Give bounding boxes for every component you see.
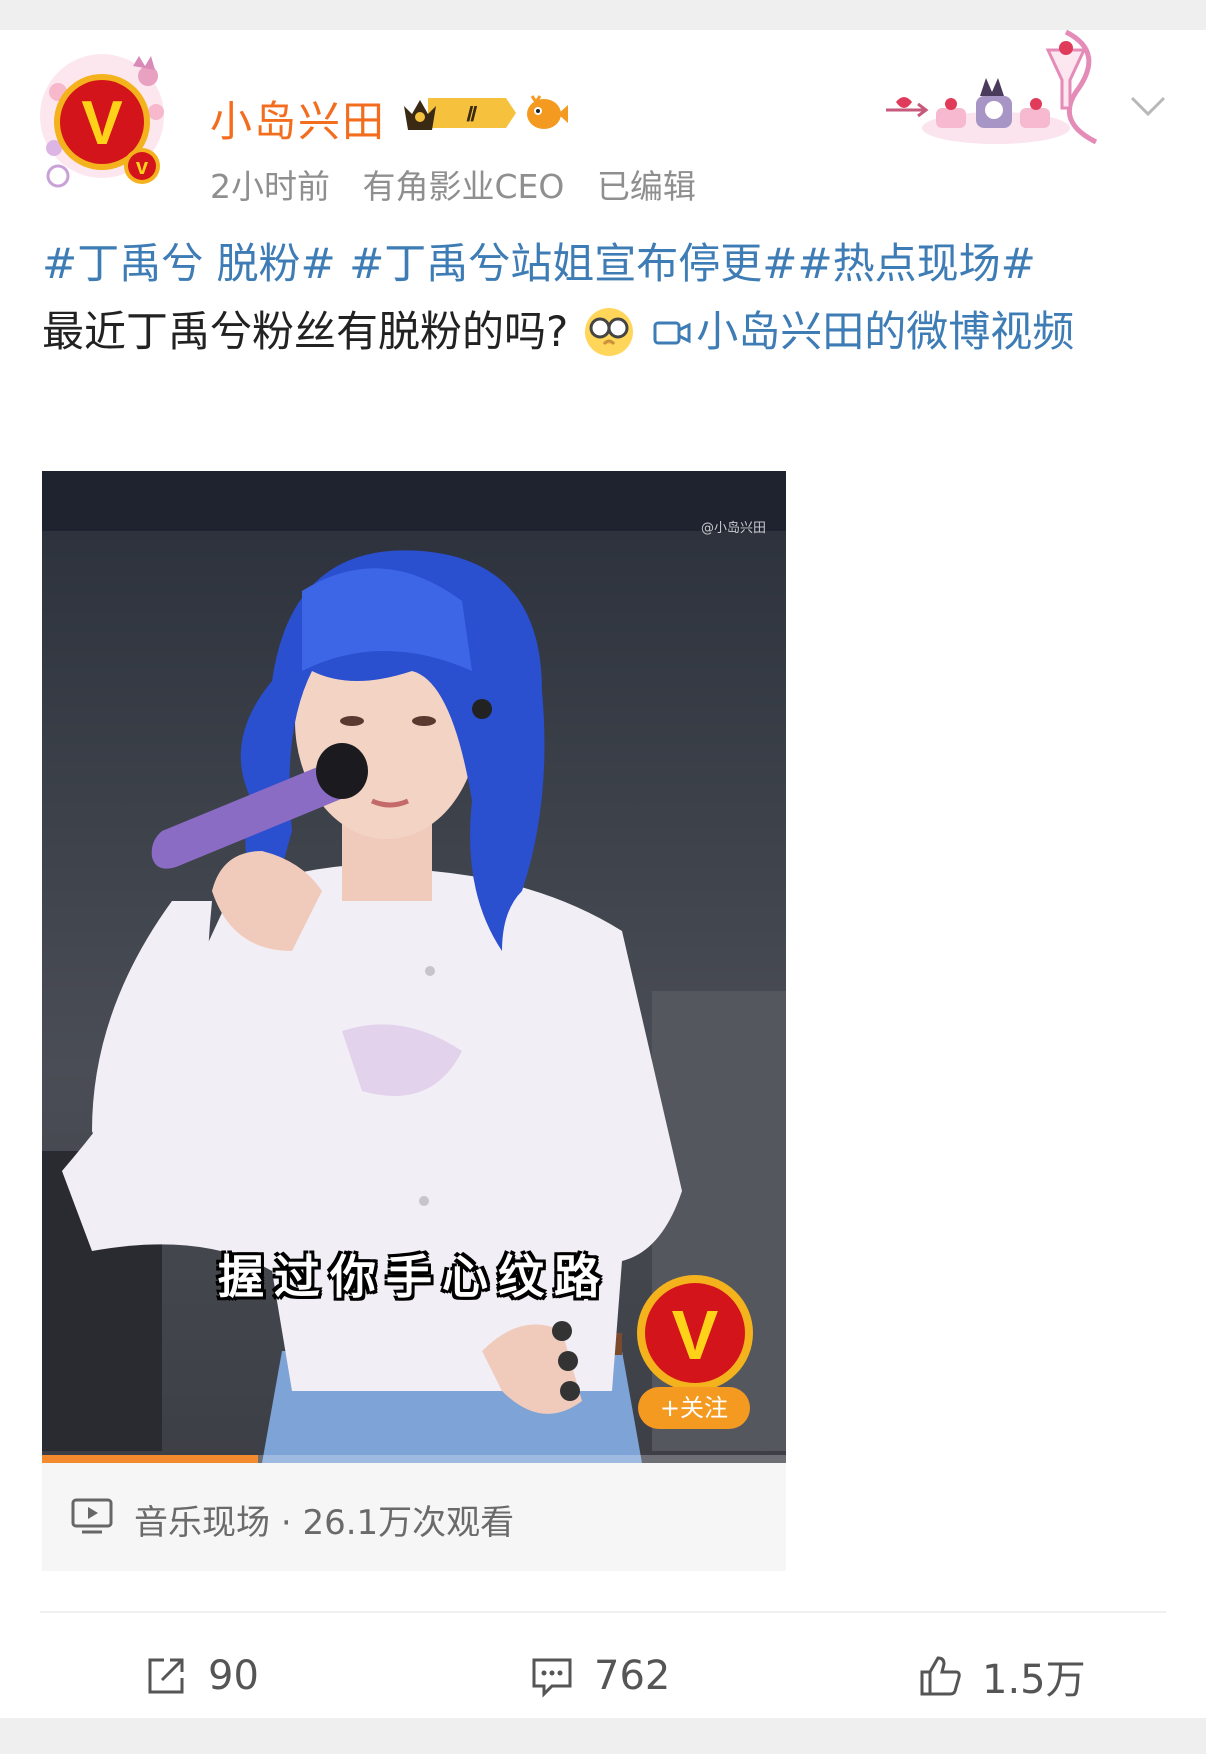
info-separator: · — [280, 1503, 292, 1543]
doge-glasses-emoji-icon — [585, 308, 634, 356]
thumbs-up-icon — [920, 1656, 961, 1696]
author-avatar[interactable]: V v — [38, 52, 174, 188]
video-link[interactable]: 小岛兴田的微博视频 — [696, 307, 1074, 356]
fish-badge-icon — [527, 95, 568, 129]
video-player[interactable]: @小岛兴田 握过你手心纹路 V +关注 — [42, 471, 786, 1463]
verified-letter: v — [136, 154, 149, 179]
video-watermark: @小岛兴田 — [700, 521, 766, 536]
video-progress-fill — [42, 1455, 258, 1463]
video-category: 音乐现场 — [134, 1503, 270, 1543]
weibo-post-card: V v 小岛兴田 Ⅱ 2小时前 有角影业CEO 已编辑 #丁禹兮 脱粉# #丁禹… — [0, 30, 1206, 1718]
topic-link[interactable]: #丁禹兮站姐宣布停更# — [349, 239, 797, 288]
video-info-text: 音乐现场 · 26.1万次观看 — [134, 1495, 514, 1544]
like-count: 1.5万 — [982, 1657, 1086, 1703]
comment-count: 762 — [594, 1653, 671, 1699]
video-info-bar[interactable]: 音乐现场 · 26.1万次观看 — [42, 1463, 786, 1571]
actions-divider — [40, 1611, 1166, 1613]
author-name[interactable]: 小岛兴田 — [210, 88, 386, 149]
video-view-count: 26.1万次观看 — [302, 1503, 515, 1543]
topic-link[interactable]: #丁禹兮 脱粉# — [42, 239, 336, 288]
post-source[interactable]: 有角影业CEO — [363, 167, 565, 206]
crown-level-badge[interactable]: Ⅱ — [400, 90, 516, 136]
comment-icon — [532, 1658, 572, 1698]
post-content: #丁禹兮 脱粉# #丁禹兮站姐宣布停更##热点现场# 最近丁禹兮粉丝有脱粉的吗?… — [42, 230, 1172, 366]
video-progress-bar[interactable] — [42, 1455, 786, 1463]
like-button[interactable]: 1.5万 — [916, 1646, 1086, 1706]
follow-button[interactable]: +关注 — [638, 1387, 750, 1429]
edited-label[interactable]: 已编辑 — [597, 167, 696, 206]
avatar-letter: V — [81, 89, 122, 158]
repost-count: 90 — [208, 1653, 259, 1699]
repost-button[interactable]: 90 — [142, 1646, 259, 1706]
post-body-text: 最近丁禹兮粉丝有脱粉的吗? — [42, 307, 569, 356]
kuromi-card-decoration — [886, 30, 1098, 145]
post-time: 2小时前 — [210, 167, 330, 206]
video-camera-icon — [653, 321, 691, 345]
repost-icon — [148, 1658, 184, 1694]
topic-link[interactable]: #热点现场# — [797, 239, 1035, 288]
comment-button[interactable]: 762 — [528, 1646, 670, 1706]
video-play-icon — [71, 1498, 113, 1534]
chevron-down-icon[interactable] — [1126, 90, 1170, 120]
post-meta: 2小时前 有角影业CEO 已编辑 — [210, 160, 718, 208]
badge-letter: V — [672, 1296, 719, 1374]
